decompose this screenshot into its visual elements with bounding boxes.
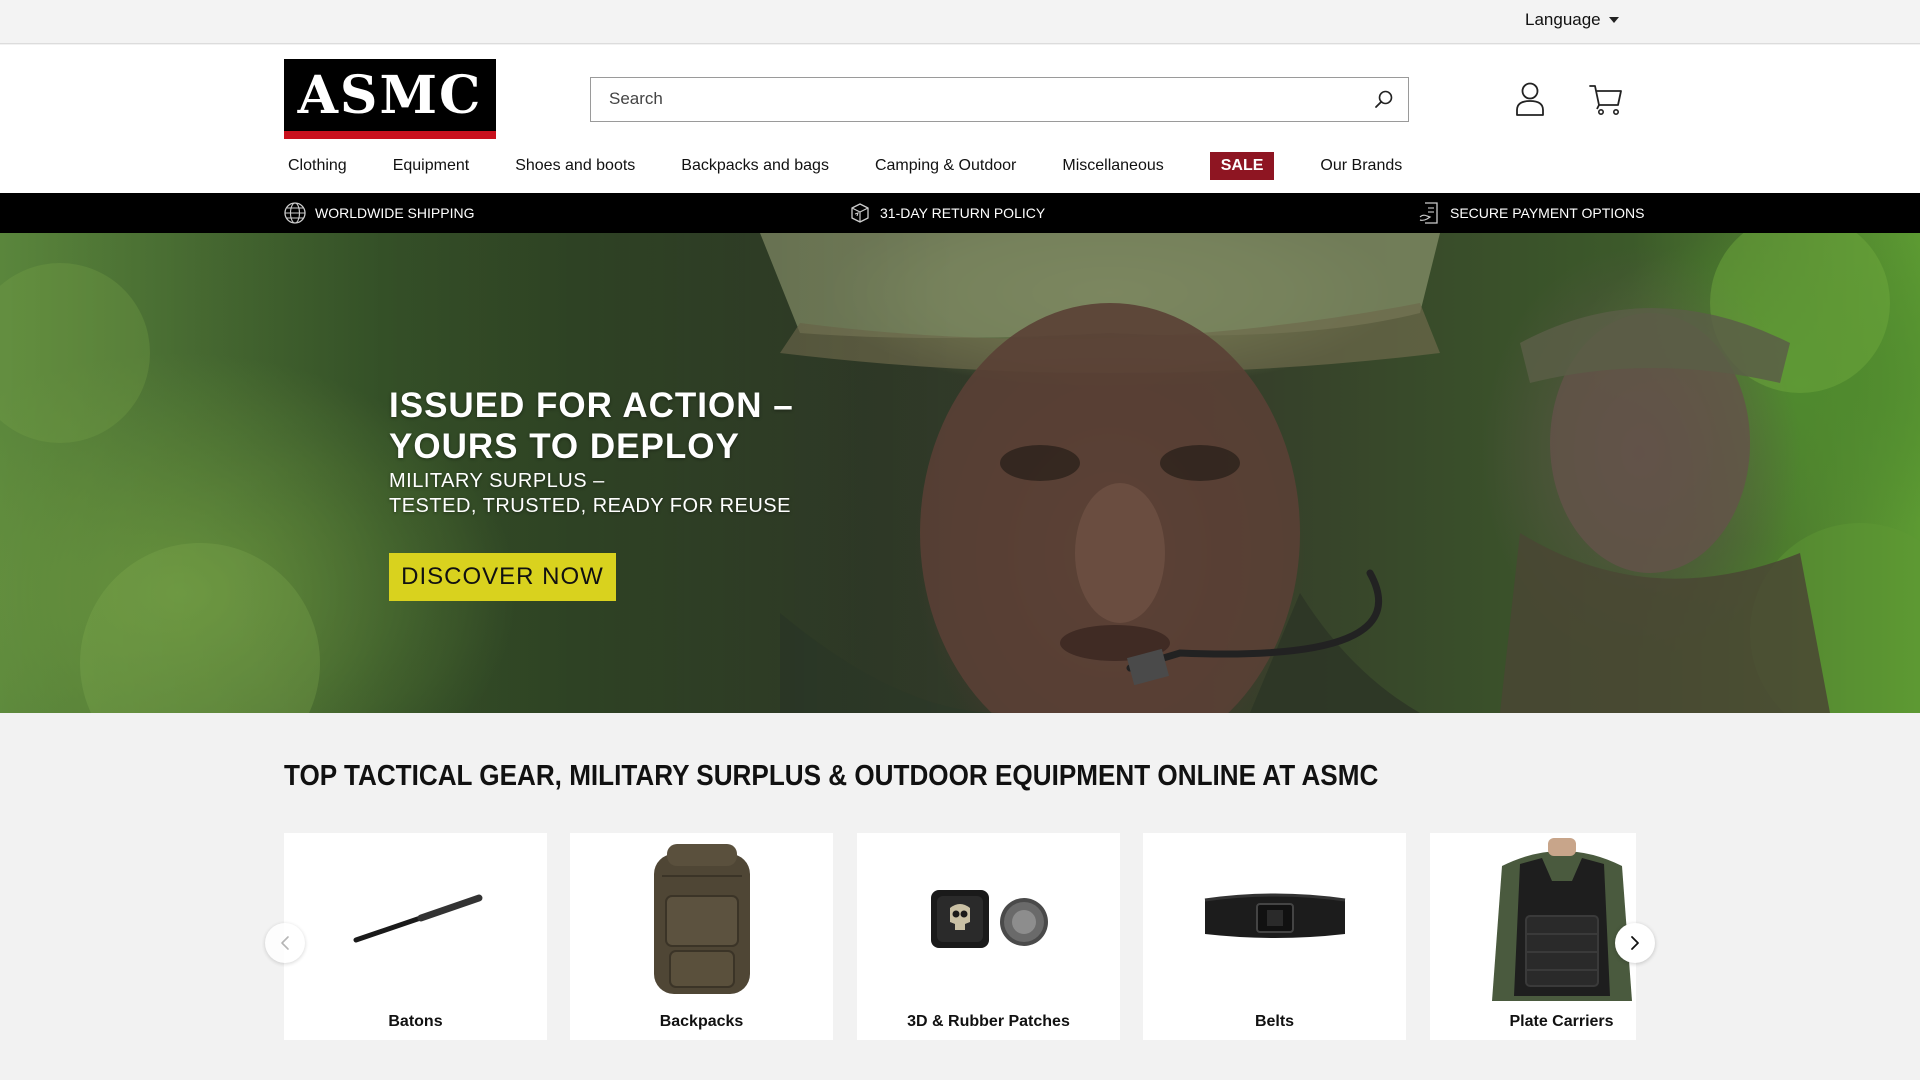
chevron-left-icon [281,936,289,950]
usp-label: WORLDWIDE SHIPPING [315,205,475,221]
nav-item-clothing[interactable]: Clothing [288,157,347,175]
caret-down-icon [1608,17,1619,23]
category-label: Batons [388,1013,443,1030]
hero-subtitle: MILITARY SURPLUS – TESTED, TRUSTED, READ… [389,469,791,519]
usp-label: 31-DAY RETURN POLICY [880,205,1046,221]
hero-shade [0,233,1920,713]
nav-item-miscellaneous[interactable]: Miscellaneous [1062,157,1163,175]
user-account-icon[interactable] [1515,82,1545,116]
patches-image [857,833,1120,1003]
site-header: ASMC Clothing Equipment Shoes and boots … [0,45,1920,193]
category-card-batons[interactable]: Batons [284,833,547,1040]
main-navigation: Clothing Equipment Shoes and boots Backp… [284,151,1402,181]
nav-item-backpacks-and-bags[interactable]: Backpacks and bags [681,157,829,175]
usp-worldwide-shipping: WORLDWIDE SHIPPING [283,201,474,225]
return-box-icon [851,203,869,223]
hero-title: ISSUED FOR ACTION – YOURS TO DEPLOY [389,385,794,467]
discover-now-button[interactable]: DISCOVER NOW [389,553,616,601]
nav-item-our-brands[interactable]: Our Brands [1320,157,1402,175]
shopping-cart-icon[interactable] [1589,82,1623,116]
category-card-plate-carriers[interactable]: Plate Carriers [1430,833,1636,1040]
hero-subtitle-line1: MILITARY SURPLUS – [389,470,605,492]
search-input[interactable] [591,78,1351,120]
asmc-logo[interactable]: ASMC [284,59,496,139]
nav-item-sale[interactable]: SALE [1209,152,1275,180]
category-card-patches[interactable]: 3D & Rubber Patches [857,833,1120,1040]
language-dropdown[interactable]: Language [1525,10,1619,30]
category-label: Belts [1254,1013,1295,1030]
logo-stripe [284,131,496,139]
globe-icon [284,202,306,224]
hero-title-line2: YOURS TO DEPLOY [389,427,740,466]
carousel-prev-button[interactable] [265,923,305,963]
category-label: Plate Carriers [1509,1013,1614,1030]
section-title: TOP TACTICAL GEAR, MILITARY SURPLUS & OU… [284,760,1379,792]
logo-text: ASMC [297,65,483,126]
usp-label: SECURE PAYMENT OPTIONS [1450,205,1645,221]
nav-item-camping-outdoor[interactable]: Camping & Outdoor [875,157,1016,175]
category-label: 3D & Rubber Patches [907,1013,1070,1030]
category-label: Backpacks [659,1013,744,1030]
usp-return-policy: 31-DAY RETURN POLICY [848,201,1045,225]
belts-image [1143,833,1406,1003]
search-icon[interactable] [1374,89,1394,109]
carousel-next-button[interactable] [1615,923,1655,963]
hero-title-line1: ISSUED FOR ACTION – [389,386,794,425]
hero-banner[interactable]: ISSUED FOR ACTION – YOURS TO DEPLOY MILI… [0,233,1920,713]
category-card-backpacks[interactable]: Backpacks [570,833,833,1040]
category-card-belts[interactable]: Belts [1143,833,1406,1040]
top-bar: Language [0,0,1920,44]
secure-payment-icon [1419,202,1438,224]
usp-secure-payment: SECURE PAYMENT OPTIONS [1418,201,1644,225]
plate-carriers-image [1430,833,1636,1003]
search-box [590,77,1409,122]
category-carousel: Batons Backpacks 3D & Rubber Patches Bel… [284,833,1636,1040]
hero-subtitle-line2: TESTED, TRUSTED, READY FOR REUSE [389,495,791,517]
language-label: Language [1525,10,1601,29]
chevron-right-icon [1631,936,1639,950]
batons-image [284,833,547,1003]
nav-item-shoes-and-boots[interactable]: Shoes and boots [515,157,635,175]
nav-item-equipment[interactable]: Equipment [393,157,470,175]
usp-bar: WORLDWIDE SHIPPING 31-DAY RETURN POLICY … [0,193,1920,233]
backpacks-image [570,833,833,1003]
